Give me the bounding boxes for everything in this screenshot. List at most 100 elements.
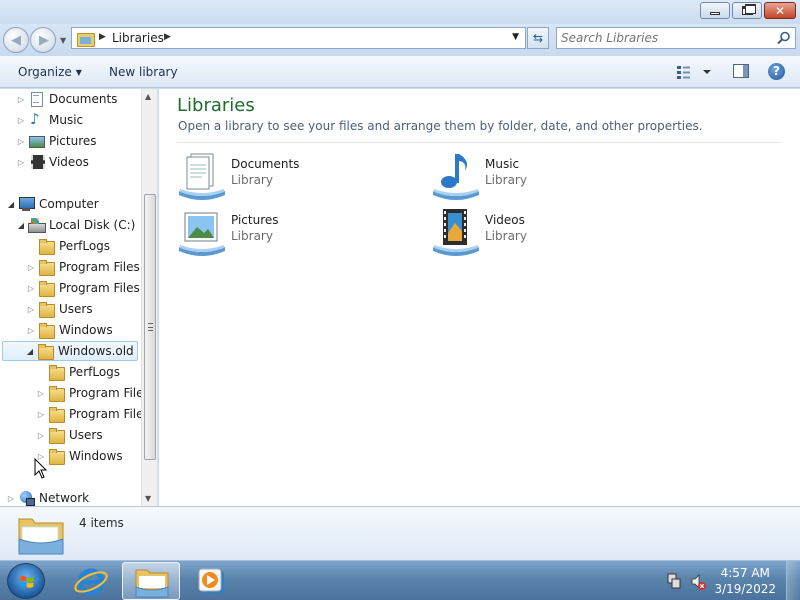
breadcrumb-libraries[interactable]: Libraries (112, 31, 164, 45)
start-button[interactable] (7, 563, 45, 599)
library-tile-pictures[interactable]: Pictures Library (177, 207, 417, 259)
folder-icon (48, 427, 65, 444)
folder-icon (48, 385, 65, 402)
library-type: Library (231, 229, 273, 243)
tree-item[interactable]: ▷ Windows (26, 320, 113, 340)
collapsed-arrow-icon[interactable]: ▷ (6, 494, 16, 503)
back-button[interactable]: ◀ (3, 27, 29, 53)
collapsed-arrow-icon[interactable]: ▷ (36, 410, 46, 419)
window-controls: ✕ (700, 2, 796, 19)
network-tray-icon (667, 573, 681, 589)
scrollbar-thumb[interactable] (144, 194, 156, 460)
search-box[interactable] (556, 27, 796, 49)
library-tile-music[interactable]: Music Library (431, 151, 671, 203)
show-desktop-button[interactable] (786, 561, 800, 600)
address-bar[interactable]: ▶ Libraries ▶ ▼ (71, 27, 526, 49)
navigation-scrollbar[interactable]: ▲ ▼ (141, 89, 157, 506)
tree-item[interactable]: ▷ Videos (16, 152, 89, 172)
taskbar-windows-media-player[interactable] (182, 562, 240, 600)
tree-item[interactable]: ▷ Program Files (36, 404, 150, 424)
folder-icon (48, 448, 65, 465)
taskbar-windows-explorer[interactable] (122, 562, 180, 600)
tree-item[interactable]: ▷ Network (6, 488, 89, 506)
navigation-pane: ▷ Documents ▷ Music ▷ Pictures ▷ Videos ◢ Compute… (0, 89, 158, 506)
tree-item-label: Users (69, 428, 103, 442)
expanded-arrow-icon[interactable]: ◢ (6, 200, 16, 209)
minimize-button[interactable] (700, 2, 730, 19)
tree-item[interactable]: ▷ Program Files (36, 383, 150, 403)
new-library-button[interactable]: New library (109, 65, 178, 79)
tree-item[interactable]: ▷ Music (16, 110, 83, 130)
breadcrumb-separator-icon[interactable]: ▶ (99, 32, 106, 42)
tree-item-label: Local Disk (C:) (49, 218, 136, 232)
forward-button[interactable]: ▶ (30, 27, 56, 53)
clock-time: 4:57 AM (720, 566, 770, 580)
tree-item-label: PerfLogs (69, 365, 121, 379)
scroll-up-arrow-icon[interactable]: ▲ (145, 92, 151, 101)
new-library-label: New library (109, 65, 178, 79)
expanded-arrow-icon[interactable]: ◢ (25, 347, 35, 356)
collapsed-arrow-icon[interactable]: ▷ (16, 95, 26, 104)
tree-item[interactable]: ▷ Program Files ( (26, 278, 148, 298)
collapsed-arrow-icon[interactable]: ▷ (26, 284, 36, 293)
forward-arrow-icon: ▶ (39, 33, 49, 48)
tree-item[interactable]: ▷ Program Files (26, 257, 140, 277)
tree-item-label: Program Files ( (59, 281, 149, 295)
tree-item[interactable]: ◢ Local Disk (C:) (16, 215, 135, 235)
tree-item-label: Computer (39, 197, 99, 211)
tree-item-label: Network (39, 491, 90, 505)
close-button[interactable]: ✕ (764, 2, 796, 19)
collapsed-arrow-icon[interactable]: ▷ (26, 263, 36, 272)
library-name: Pictures (231, 213, 279, 227)
tree-item-label: PerfLogs (59, 239, 111, 253)
tree-item[interactable]: ▷ Documents (16, 89, 117, 109)
scrollbar-grip-icon (148, 323, 153, 331)
tree-item[interactable]: PerfLogs (26, 236, 110, 256)
library-name: Videos (485, 213, 525, 227)
tree-item[interactable]: PerfLogs (36, 362, 120, 382)
computer-icon (18, 196, 35, 212)
collapsed-arrow-icon[interactable]: ▷ (16, 137, 26, 146)
organize-button[interactable]: Organize ▼ (18, 65, 82, 79)
taskbar: 4:57 AM 3/19/2022 (0, 560, 800, 600)
title-divider (177, 142, 782, 143)
library-type: Library (485, 173, 527, 187)
tree-item[interactable]: ▷ Users (36, 425, 103, 445)
change-view-button[interactable] (676, 64, 714, 80)
scroll-down-arrow-icon[interactable]: ▼ (145, 494, 151, 503)
organize-label: Organize (18, 65, 72, 79)
library-name: Music (485, 157, 520, 171)
preview-pane-button[interactable] (733, 64, 749, 78)
collapsed-arrow-icon[interactable]: ▷ (36, 431, 46, 440)
tree-item[interactable]: ▷ Users (26, 299, 93, 319)
tree-item[interactable]: ◢ Windows.old (2, 341, 138, 361)
collapsed-arrow-icon[interactable]: ▷ (26, 326, 36, 335)
network-icon (18, 490, 35, 506)
breadcrumb-chevron-icon[interactable]: ▶ (164, 32, 171, 42)
library-tile-videos[interactable]: Videos Library (431, 207, 671, 259)
restore-button[interactable] (732, 2, 762, 19)
windows-media-player-icon (198, 568, 224, 593)
refresh-button[interactable]: ⇆ (527, 27, 549, 49)
search-icon[interactable] (777, 31, 791, 45)
window-titlebar: ✕ (0, 0, 800, 24)
collapsed-arrow-icon[interactable]: ▷ (26, 305, 36, 314)
tree-item[interactable]: ▷ Pictures (16, 131, 97, 151)
taskbar-clock[interactable]: 4:57 AM 3/19/2022 (714, 565, 776, 597)
refresh-icon: ⇆ (532, 31, 544, 45)
search-input[interactable] (561, 30, 771, 46)
tree-item[interactable]: ◢ Computer (6, 194, 99, 214)
library-tile-documents[interactable]: Documents Library (177, 151, 417, 203)
collapsed-arrow-icon[interactable]: ▷ (36, 389, 46, 398)
libraries-icon (77, 31, 95, 47)
address-dropdown-icon[interactable]: ▼ (512, 32, 519, 42)
collapsed-arrow-icon[interactable]: ▷ (16, 116, 26, 125)
help-button[interactable]: ? (768, 63, 785, 80)
folder-icon (38, 280, 55, 297)
recent-pages-dropdown-icon[interactable]: ▼ (60, 36, 66, 45)
tree-item[interactable]: ▷ Windows (36, 446, 123, 466)
expanded-arrow-icon[interactable]: ◢ (16, 221, 26, 230)
taskbar-internet-explorer[interactable] (62, 562, 120, 600)
videos-library-icon (433, 209, 479, 256)
collapsed-arrow-icon[interactable]: ▷ (16, 158, 26, 167)
